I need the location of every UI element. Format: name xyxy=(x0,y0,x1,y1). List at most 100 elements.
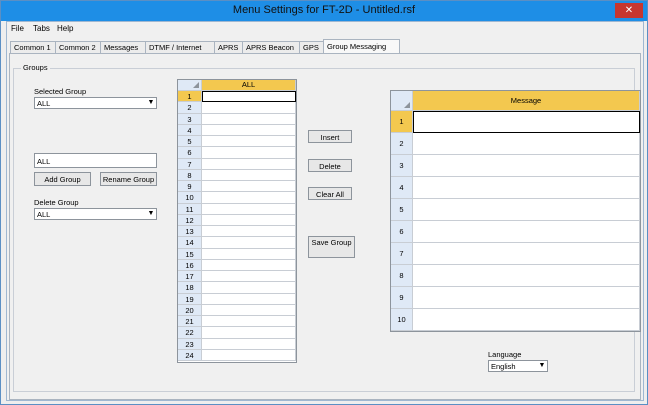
group-member-cell[interactable] xyxy=(202,91,296,103)
table-row-number[interactable]: 3 xyxy=(391,155,413,177)
table-row-number[interactable]: 6 xyxy=(391,221,413,243)
table-row-number[interactable]: 10 xyxy=(178,192,202,204)
table-row-number[interactable]: 4 xyxy=(178,124,202,136)
group-name-input[interactable]: ALL xyxy=(34,153,157,168)
message-cell[interactable] xyxy=(413,243,640,265)
insert-button[interactable]: Insert xyxy=(308,130,352,143)
group-member-cell[interactable] xyxy=(202,237,296,249)
delete-group-value: ALL xyxy=(37,210,51,219)
table-row-number[interactable]: 22 xyxy=(178,327,202,339)
message-cell[interactable] xyxy=(413,111,640,133)
rename-group-button[interactable]: Rename Group xyxy=(100,172,157,186)
tab-common-2[interactable]: Common 2 xyxy=(55,41,101,53)
group-member-cell[interactable] xyxy=(202,282,296,294)
group-member-cell[interactable] xyxy=(202,304,296,316)
group-member-cell[interactable] xyxy=(202,349,296,361)
table-row-number[interactable]: 15 xyxy=(178,248,202,260)
table-row-number[interactable]: 2 xyxy=(178,102,202,114)
tab-group-messaging[interactable]: Group Messaging xyxy=(323,39,400,54)
table-row-number[interactable]: 8 xyxy=(391,265,413,287)
group-member-cell[interactable] xyxy=(202,169,296,181)
group-member-cell[interactable] xyxy=(202,181,296,193)
table-row-number[interactable]: 1 xyxy=(391,111,413,133)
table-row-number[interactable]: 17 xyxy=(178,271,202,283)
tab-gps[interactable]: GPS xyxy=(299,41,324,53)
table-row-number[interactable]: 18 xyxy=(178,282,202,294)
table-row-number[interactable]: 8 xyxy=(178,169,202,181)
menu-file[interactable]: File xyxy=(11,24,24,33)
language-select[interactable]: English ▼ xyxy=(488,360,548,372)
chevron-down-icon: ▼ xyxy=(538,362,546,369)
table-row-number[interactable]: 9 xyxy=(178,181,202,193)
table-row-number[interactable]: 24 xyxy=(178,349,202,361)
group-member-cell[interactable] xyxy=(202,259,296,271)
tab-aprs[interactable]: APRS xyxy=(214,41,243,53)
message-cell[interactable] xyxy=(413,177,640,199)
table-row-number[interactable]: 7 xyxy=(391,243,413,265)
table-row-number[interactable]: 19 xyxy=(178,293,202,305)
table-row-number[interactable]: 5 xyxy=(391,199,413,221)
group-member-cell[interactable] xyxy=(202,203,296,215)
message-cell[interactable] xyxy=(413,199,640,221)
message-cell[interactable] xyxy=(413,287,640,309)
table-row-number[interactable]: 10 xyxy=(391,309,413,331)
tab-common-1[interactable]: Common 1 xyxy=(10,41,56,53)
group-member-cell[interactable] xyxy=(202,124,296,136)
table-row-number[interactable]: 2 xyxy=(391,133,413,155)
group-member-cell[interactable] xyxy=(202,192,296,204)
message-cell[interactable] xyxy=(413,309,640,331)
group-member-cell[interactable] xyxy=(202,147,296,159)
table-row-number[interactable]: 14 xyxy=(178,237,202,249)
group-messaging-panel: Groups Selected Group ALL ▼ ALL Add Grou… xyxy=(9,53,641,400)
message-cell[interactable] xyxy=(413,155,640,177)
delete-button[interactable]: Delete xyxy=(308,159,352,172)
save-group-button[interactable]: Save Group xyxy=(308,236,355,258)
group-member-cell[interactable] xyxy=(202,293,296,305)
message-cell[interactable] xyxy=(413,221,640,243)
table-row-number[interactable]: 7 xyxy=(178,158,202,170)
tab-dtmf-internet[interactable]: DTMF / Internet xyxy=(145,41,215,53)
selected-group-select[interactable]: ALL ▼ xyxy=(34,97,157,109)
delete-group-select[interactable]: ALL ▼ xyxy=(34,208,157,220)
message-column-header[interactable]: Message xyxy=(413,91,640,111)
close-button[interactable]: ✕ xyxy=(615,3,643,18)
group-member-cell[interactable] xyxy=(202,316,296,328)
table-row-number[interactable]: 4 xyxy=(391,177,413,199)
menu-help[interactable]: Help xyxy=(57,24,73,33)
message-cell[interactable] xyxy=(413,133,640,155)
group-member-cell[interactable] xyxy=(202,226,296,238)
table-row-number[interactable]: 9 xyxy=(391,287,413,309)
groups-box: Groups Selected Group ALL ▼ ALL Add Grou… xyxy=(13,63,641,392)
tab-aprs-beacon[interactable]: APRS Beacon xyxy=(242,41,300,53)
groups-label: Groups xyxy=(21,63,50,72)
group-member-cell[interactable] xyxy=(202,158,296,170)
table-row-number[interactable]: 16 xyxy=(178,259,202,271)
group-member-cell[interactable] xyxy=(202,271,296,283)
table-row-number[interactable]: 12 xyxy=(178,214,202,226)
group-member-cell[interactable] xyxy=(202,338,296,350)
table-row-number[interactable]: 11 xyxy=(178,203,202,215)
table-row-number[interactable]: 21 xyxy=(178,316,202,328)
group-member-cell[interactable] xyxy=(202,327,296,339)
group-member-cell[interactable] xyxy=(202,136,296,148)
group-column-header[interactable]: ALL xyxy=(202,80,296,91)
table-row-number[interactable]: 3 xyxy=(178,113,202,125)
table-row-number[interactable]: 13 xyxy=(178,226,202,238)
tab-messages[interactable]: Messages xyxy=(100,41,146,53)
table-row-number[interactable]: 20 xyxy=(178,304,202,316)
message-table-corner[interactable] xyxy=(391,91,413,111)
table-row-number[interactable]: 1 xyxy=(178,91,202,103)
group-member-cell[interactable] xyxy=(202,214,296,226)
table-row-number[interactable]: 23 xyxy=(178,338,202,350)
menu-tabs[interactable]: Tabs xyxy=(33,24,50,33)
table-row-number[interactable]: 5 xyxy=(178,136,202,148)
table-corner[interactable] xyxy=(178,80,202,91)
group-member-cell[interactable] xyxy=(202,113,296,125)
chevron-down-icon: ▼ xyxy=(147,99,155,106)
table-row-number[interactable]: 6 xyxy=(178,147,202,159)
group-member-cell[interactable] xyxy=(202,248,296,260)
message-cell[interactable] xyxy=(413,265,640,287)
group-member-cell[interactable] xyxy=(202,102,296,114)
add-group-button[interactable]: Add Group xyxy=(34,172,91,186)
clear-all-button[interactable]: Clear All xyxy=(308,187,352,200)
